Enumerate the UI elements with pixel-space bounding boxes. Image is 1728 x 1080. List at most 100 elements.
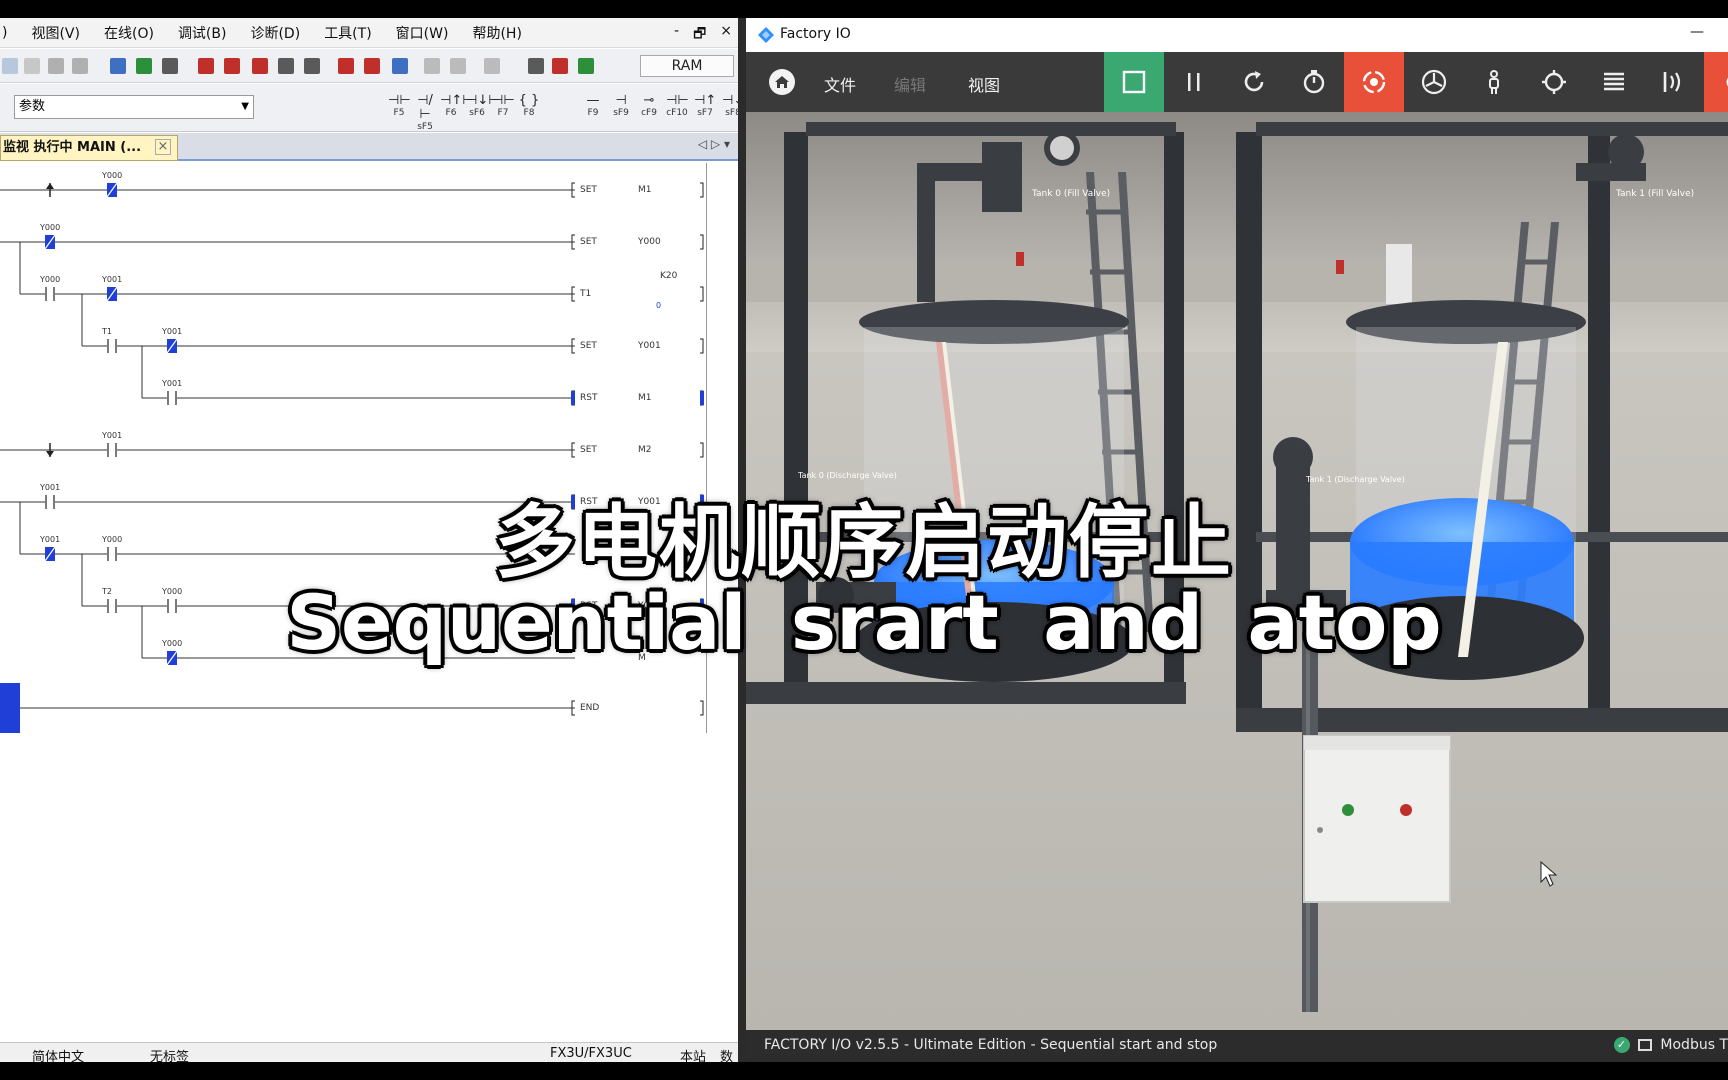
- toolbar-icon[interactable]: [110, 58, 126, 74]
- contact-label: Y000: [101, 171, 122, 180]
- fan-icon: [1421, 69, 1447, 95]
- target-button[interactable]: [1524, 52, 1584, 112]
- subtitle-chinese: 多电机顺序启动停止: [495, 496, 1233, 589]
- ladder-key-label: sF5: [417, 122, 433, 132]
- ladder-symbol-icon: ⊣↑: [694, 93, 717, 108]
- toolbar-icon[interactable]: [392, 58, 408, 74]
- menu-item-0[interactable]: ): [2, 25, 7, 41]
- ladder-key-label: F8: [523, 108, 535, 118]
- menu-file[interactable]: 文件: [824, 72, 856, 96]
- menu-item-5[interactable]: 工具(T): [324, 23, 371, 43]
- ladder-symbol-icon: ⊣⊢: [388, 93, 411, 108]
- sensors-button[interactable]: [1644, 52, 1704, 112]
- check-icon: ✓: [1613, 1037, 1630, 1053]
- toolbar-icon[interactable]: [338, 58, 354, 74]
- subtitle-english: Sequential srart and atop: [286, 578, 1442, 667]
- ladder-key-sf7[interactable]: ⊣↑ sF7: [694, 94, 716, 120]
- toolbar-icon[interactable]: [578, 58, 594, 74]
- toolbar-icon[interactable]: [162, 58, 178, 74]
- status-cpu: FX3U/FX3UC: [550, 1046, 632, 1061]
- ladder-key-cf10[interactable]: ⊣⊢ cF10: [666, 94, 689, 120]
- toolbar-icon[interactable]: [224, 58, 240, 74]
- timer-button[interactable]: [1284, 52, 1344, 112]
- ladder-key-f6[interactable]: ⊣↑⊢ F6: [440, 94, 474, 120]
- ladder-key-f8[interactable]: { } F8: [518, 94, 540, 120]
- toolbar-icon[interactable]: [484, 58, 500, 74]
- settings-button[interactable]: [1704, 52, 1728, 112]
- toolbar-icon[interactable]: [304, 58, 320, 74]
- instruction-text: RST: [580, 393, 598, 403]
- toolbar-icon[interactable]: [72, 58, 88, 74]
- menu-item-1[interactable]: 视图(V): [31, 23, 80, 43]
- sensor-signal-icon: [1663, 72, 1681, 92]
- fio-toolbar: 文件 编辑 视图: [746, 52, 1728, 112]
- menu-view[interactable]: 视图: [968, 72, 1000, 96]
- close-icon[interactable]: ×: [155, 139, 171, 155]
- ladder-key-sf6[interactable]: ⊣↓⊢ sF6: [466, 94, 500, 120]
- reset-button[interactable]: [1224, 52, 1284, 112]
- toolbar-icon[interactable]: [48, 58, 64, 74]
- tab-navigation[interactable]: ◁ ▷ ▾: [698, 137, 730, 151]
- ladder-key-cf9[interactable]: ⊸ cF9: [638, 94, 660, 120]
- toolbar-icon[interactable]: [24, 58, 40, 74]
- restore-button[interactable]: 🗗: [693, 23, 706, 47]
- ladder-symbol-icon: ⊣⊢: [492, 93, 515, 108]
- tank1-fill-label: Tank 1 (Fill Valve): [1615, 189, 1694, 199]
- menu-item-2[interactable]: 在线(O): [104, 23, 154, 43]
- stop-pushbutton[interactable]: [1400, 804, 1412, 816]
- toolbar-icon[interactable]: [278, 58, 294, 74]
- menu-item-7[interactable]: 帮助(H): [472, 23, 521, 43]
- orbit-camera-icon: [1362, 70, 1386, 94]
- menu-item-6[interactable]: 窗口(W): [396, 23, 449, 43]
- ladder-symbol-icon: { }: [518, 93, 540, 108]
- home-button[interactable]: [752, 52, 812, 112]
- ladder-key-sf9[interactable]: ⊣ sF9: [610, 94, 632, 120]
- menu-item-4[interactable]: 诊断(D): [250, 23, 300, 43]
- ladder-key-f5[interactable]: ⊣⊢ F5: [388, 93, 411, 120]
- minimize-button[interactable]: -: [674, 23, 679, 47]
- fly-camera-button[interactable]: [1404, 52, 1464, 112]
- contact-label: Y000: [39, 223, 60, 232]
- fio-title: Factory IO: [780, 26, 851, 42]
- orbit-camera-button[interactable]: [1344, 52, 1404, 112]
- ladder-key-f9[interactable]: — F9: [582, 94, 604, 120]
- toolbar-icon[interactable]: [252, 58, 268, 74]
- ladder-key-label: sF9: [613, 108, 629, 118]
- gx-menubar: ) 视图(V) 在线(O) 调试(B) 诊断(D) 工具(T) 窗口(W) 帮助(H): [0, 18, 740, 48]
- list-button[interactable]: [1584, 52, 1644, 112]
- toolbar-icon[interactable]: [424, 58, 440, 74]
- timer-value: 0: [656, 301, 661, 310]
- menu-edit[interactable]: 编辑: [894, 72, 926, 96]
- fio-titlebar: Factory IO —: [746, 18, 1728, 52]
- instruction-text: SET: [580, 237, 597, 247]
- ram-field[interactable]: RAM: [640, 55, 734, 77]
- parameter-select[interactable]: 参数 ▼: [14, 95, 254, 119]
- tab-main-monitor[interactable]: 监视 执行中 MAIN (... ×: [0, 135, 178, 161]
- stopwatch-icon: [1303, 70, 1325, 94]
- toolbar-icon[interactable]: [364, 58, 380, 74]
- ladder-key-label: cF10: [666, 108, 688, 118]
- toolbar-icon[interactable]: [198, 58, 214, 74]
- toolbar-icon[interactable]: [2, 58, 18, 74]
- menu-item-3[interactable]: 调试(B): [178, 23, 227, 43]
- ladder-symbol-icon: ⊣/⊢: [417, 93, 433, 122]
- toolbar-icon[interactable]: [136, 58, 152, 74]
- start-button[interactable]: [1342, 804, 1354, 816]
- target-icon: [1542, 70, 1566, 94]
- ladder-key-f7[interactable]: ⊣⊢ F7: [492, 93, 515, 120]
- minimize-button[interactable]: —: [1690, 24, 1704, 40]
- chevron-down-icon: ▼: [241, 101, 249, 112]
- close-button[interactable]: ×: [720, 23, 732, 47]
- stop-button[interactable]: [1104, 52, 1164, 112]
- toolbar-icon[interactable]: [528, 58, 544, 74]
- factory-io-logo-icon: [758, 27, 774, 43]
- pause-button[interactable]: [1164, 52, 1224, 112]
- gx-toolbar-main: RAM: [0, 49, 740, 83]
- toolbar-icon[interactable]: [552, 58, 568, 74]
- toolbar-icon[interactable]: [450, 58, 466, 74]
- operand-text: M1: [638, 185, 652, 195]
- first-person-button[interactable]: [1464, 52, 1524, 112]
- ladder-key-sf5[interactable]: ⊣/⊢ sF5: [414, 93, 436, 133]
- fio-driver-status[interactable]: ✓ Modbus T: [1613, 1037, 1728, 1053]
- driver-label: Modbus T: [1660, 1037, 1728, 1053]
